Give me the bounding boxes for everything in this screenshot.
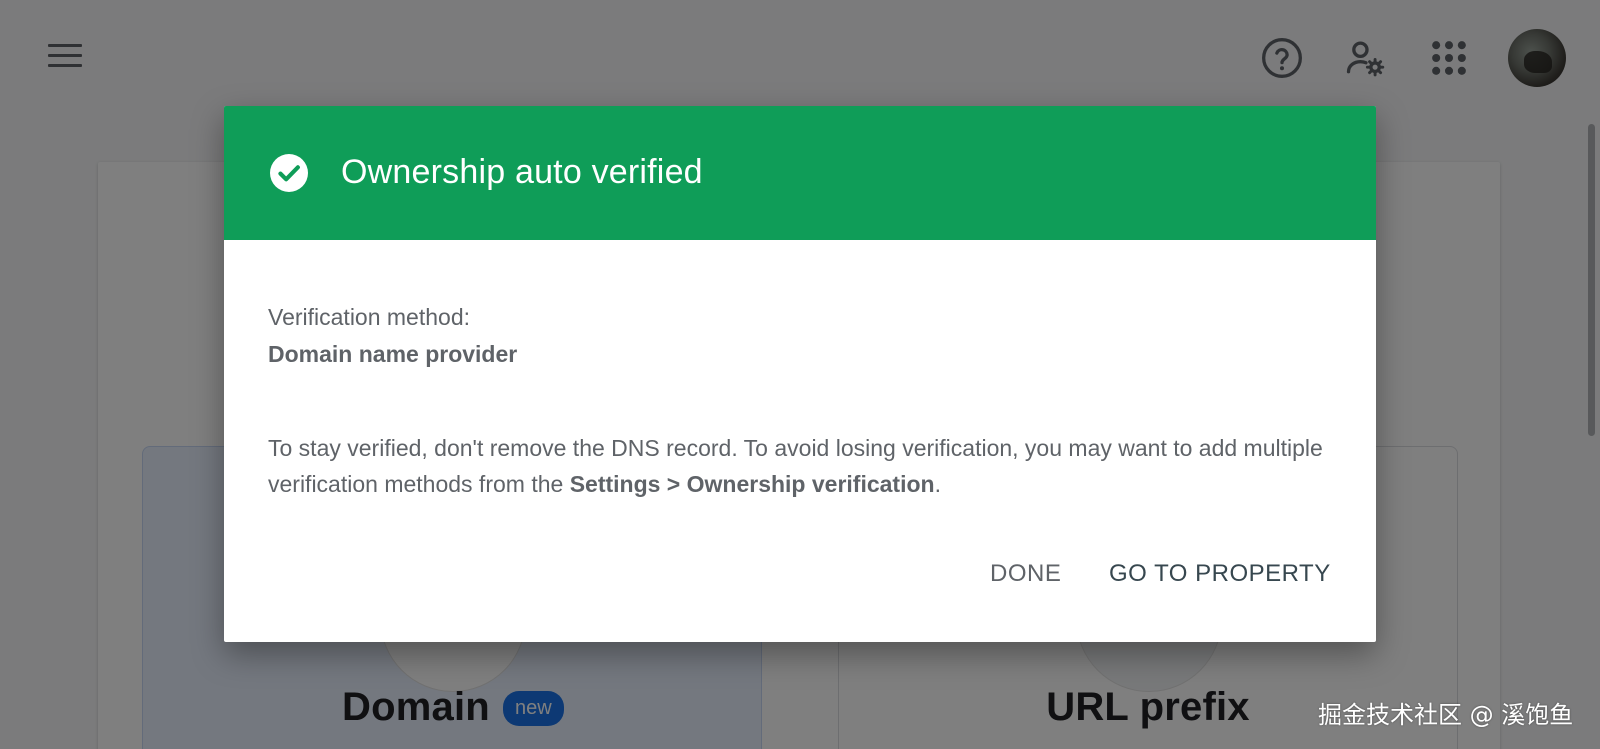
watermark-text: 掘金技术社区 @ 溪饱鱼	[1318, 701, 1574, 729]
dialog-header: Ownership auto verified	[224, 106, 1376, 240]
settings-path: Settings > Ownership verification	[569, 471, 935, 497]
ownership-verified-dialog: Ownership auto verified Verification met…	[224, 106, 1376, 642]
check-circle-icon	[270, 154, 308, 192]
verification-method-label: Verification method:	[268, 304, 471, 330]
verification-method-value: Domain name provider	[268, 341, 518, 367]
done-button[interactable]: DONE	[976, 550, 1075, 598]
body-text-end: .	[934, 471, 941, 497]
dialog-title: Ownership auto verified	[341, 153, 703, 191]
go-to-property-button[interactable]: GO TO PROPERTY	[1095, 550, 1345, 598]
dialog-body-text: To stay verified, don't remove the DNS r…	[268, 430, 1328, 502]
